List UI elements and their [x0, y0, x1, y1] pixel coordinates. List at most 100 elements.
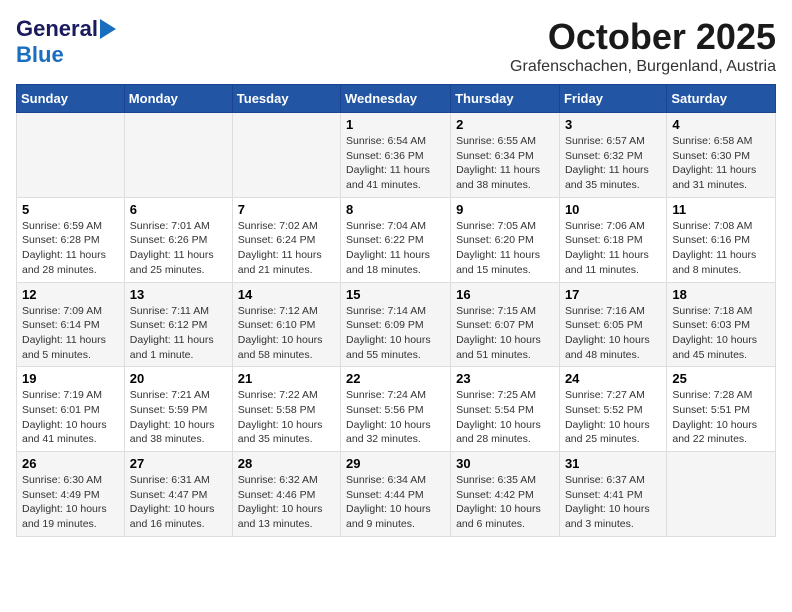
- day-number: 7: [238, 202, 335, 217]
- calendar-cell: 13Sunrise: 7:11 AM Sunset: 6:12 PM Dayli…: [124, 282, 232, 367]
- day-number: 24: [565, 371, 661, 386]
- day-info: Sunrise: 7:14 AM Sunset: 6:09 PM Dayligh…: [346, 304, 445, 363]
- day-info: Sunrise: 7:21 AM Sunset: 5:59 PM Dayligh…: [130, 388, 227, 447]
- day-info: Sunrise: 6:37 AM Sunset: 4:41 PM Dayligh…: [565, 473, 661, 532]
- calendar-cell: 23 Sunrise: 7:25 AM Sunset: 5:54 PM Dayli…: [451, 367, 560, 452]
- calendar-cell: 10 Sunrise: 7:06 AM Sunset: 6:18 PM Dayli…: [559, 197, 666, 282]
- day-number: 18: [672, 287, 770, 302]
- day-number: 25: [672, 371, 770, 386]
- calendar-cell: 24 Sunrise: 7:27 AM Sunset: 5:52 PM Dayli…: [559, 367, 666, 452]
- day-info: Sunrise: 6:54 AM Sunset: 6:36 PM Dayligh…: [346, 134, 445, 193]
- logo: General Blue: [16, 16, 116, 68]
- day-info: Sunrise: 7:27 AM Sunset: 5:52 PM Dayligh…: [565, 388, 661, 447]
- calendar-cell: 26 Sunrise: 6:30 AM Sunset: 4:49 PM Dayli…: [17, 452, 125, 537]
- day-info: Sunrise: 7:18 AM Sunset: 6:03 PM Dayligh…: [672, 304, 770, 363]
- calendar-week-4: 19 Sunrise: 7:19 AM Sunset: 6:01 PM Dayli…: [17, 367, 776, 452]
- calendar-cell: 6Sunrise: 7:01 AM Sunset: 6:26 PM Daylig…: [124, 197, 232, 282]
- header-tuesday: Tuesday: [232, 85, 340, 113]
- day-number: 31: [565, 456, 661, 471]
- calendar-cell: 17Sunrise: 7:16 AM Sunset: 6:05 PM Dayli…: [559, 282, 666, 367]
- day-number: 27: [130, 456, 227, 471]
- calendar-week-5: 26 Sunrise: 6:30 AM Sunset: 4:49 PM Dayli…: [17, 452, 776, 537]
- logo-arrow-icon: [100, 19, 116, 39]
- day-info: Sunrise: 6:32 AM Sunset: 4:46 PM Dayligh…: [238, 473, 335, 532]
- day-info: Sunrise: 6:57 AM Sunset: 6:32 PM Dayligh…: [565, 134, 661, 193]
- calendar-cell: 14Sunrise: 7:12 AM Sunset: 6:10 PM Dayli…: [232, 282, 340, 367]
- calendar-cell: 16 Sunrise: 7:15 AM Sunset: 6:07 PM Dayli…: [451, 282, 560, 367]
- day-info: Sunrise: 7:04 AM Sunset: 6:22 PM Dayligh…: [346, 219, 445, 278]
- day-info: Sunrise: 7:22 AM Sunset: 5:58 PM Dayligh…: [238, 388, 335, 447]
- header-friday: Friday: [559, 85, 666, 113]
- calendar-cell: 2 Sunrise: 6:55 AM Sunset: 6:34 PM Daylig…: [451, 113, 560, 198]
- day-info: Sunrise: 6:31 AM Sunset: 4:47 PM Dayligh…: [130, 473, 227, 532]
- calendar-cell: 29 Sunrise: 6:34 AM Sunset: 4:44 PM Dayli…: [341, 452, 451, 537]
- calendar-table: SundayMondayTuesdayWednesdayThursdayFrid…: [16, 84, 776, 537]
- title-section: October 2025 Grafenschachen, Burgenland,…: [510, 16, 776, 76]
- month-title: October 2025: [510, 16, 776, 58]
- day-info: Sunrise: 7:25 AM Sunset: 5:54 PM Dayligh…: [456, 388, 554, 447]
- calendar-cell: [17, 113, 125, 198]
- day-info: Sunrise: 7:06 AM Sunset: 6:18 PM Dayligh…: [565, 219, 661, 278]
- calendar-cell: 3Sunrise: 6:57 AM Sunset: 6:32 PM Daylig…: [559, 113, 666, 198]
- calendar-week-3: 12 Sunrise: 7:09 AM Sunset: 6:14 PM Dayli…: [17, 282, 776, 367]
- day-number: 5: [22, 202, 119, 217]
- calendar-cell: [232, 113, 340, 198]
- day-number: 29: [346, 456, 445, 471]
- day-number: 26: [22, 456, 119, 471]
- header-row: SundayMondayTuesdayWednesdayThursdayFrid…: [17, 85, 776, 113]
- day-number: 6: [130, 202, 227, 217]
- day-info: Sunrise: 7:28 AM Sunset: 5:51 PM Dayligh…: [672, 388, 770, 447]
- day-info: Sunrise: 7:15 AM Sunset: 6:07 PM Dayligh…: [456, 304, 554, 363]
- calendar-cell: [667, 452, 776, 537]
- day-number: 16: [456, 287, 554, 302]
- day-number: 17: [565, 287, 661, 302]
- day-info: Sunrise: 7:24 AM Sunset: 5:56 PM Dayligh…: [346, 388, 445, 447]
- calendar-cell: 20 Sunrise: 7:21 AM Sunset: 5:59 PM Dayli…: [124, 367, 232, 452]
- calendar-cell: 5Sunrise: 6:59 AM Sunset: 6:28 PM Daylig…: [17, 197, 125, 282]
- calendar-cell: 11 Sunrise: 7:08 AM Sunset: 6:16 PM Dayli…: [667, 197, 776, 282]
- day-number: 12: [22, 287, 119, 302]
- day-number: 15: [346, 287, 445, 302]
- calendar-week-2: 5Sunrise: 6:59 AM Sunset: 6:28 PM Daylig…: [17, 197, 776, 282]
- location-subtitle: Grafenschachen, Burgenland, Austria: [510, 58, 776, 76]
- day-info: Sunrise: 6:55 AM Sunset: 6:34 PM Dayligh…: [456, 134, 554, 193]
- day-number: 21: [238, 371, 335, 386]
- page-header: General Blue October 2025 Grafenschachen…: [16, 16, 776, 76]
- calendar-cell: 7 Sunrise: 7:02 AM Sunset: 6:24 PM Daylig…: [232, 197, 340, 282]
- day-info: Sunrise: 7:19 AM Sunset: 6:01 PM Dayligh…: [22, 388, 119, 447]
- calendar-cell: 12 Sunrise: 7:09 AM Sunset: 6:14 PM Dayli…: [17, 282, 125, 367]
- day-number: 8: [346, 202, 445, 217]
- day-info: Sunrise: 6:58 AM Sunset: 6:30 PM Dayligh…: [672, 134, 770, 193]
- calendar-cell: 30 Sunrise: 6:35 AM Sunset: 4:42 PM Dayli…: [451, 452, 560, 537]
- day-number: 23: [456, 371, 554, 386]
- calendar-cell: 21 Sunrise: 7:22 AM Sunset: 5:58 PM Dayli…: [232, 367, 340, 452]
- day-number: 11: [672, 202, 770, 217]
- day-number: 9: [456, 202, 554, 217]
- day-info: Sunrise: 6:30 AM Sunset: 4:49 PM Dayligh…: [22, 473, 119, 532]
- calendar-cell: 22 Sunrise: 7:24 AM Sunset: 5:56 PM Dayli…: [341, 367, 451, 452]
- day-number: 30: [456, 456, 554, 471]
- calendar-cell: [124, 113, 232, 198]
- day-info: Sunrise: 6:35 AM Sunset: 4:42 PM Dayligh…: [456, 473, 554, 532]
- day-number: 20: [130, 371, 227, 386]
- header-wednesday: Wednesday: [341, 85, 451, 113]
- calendar-cell: 9 Sunrise: 7:05 AM Sunset: 6:20 PM Daylig…: [451, 197, 560, 282]
- calendar-cell: 31 Sunrise: 6:37 AM Sunset: 4:41 PM Dayli…: [559, 452, 666, 537]
- day-info: Sunrise: 6:34 AM Sunset: 4:44 PM Dayligh…: [346, 473, 445, 532]
- day-info: Sunrise: 7:05 AM Sunset: 6:20 PM Dayligh…: [456, 219, 554, 278]
- day-number: 22: [346, 371, 445, 386]
- day-number: 19: [22, 371, 119, 386]
- calendar-week-1: 1 Sunrise: 6:54 AM Sunset: 6:36 PM Daylig…: [17, 113, 776, 198]
- header-thursday: Thursday: [451, 85, 560, 113]
- day-number: 1: [346, 117, 445, 132]
- day-info: Sunrise: 7:09 AM Sunset: 6:14 PM Dayligh…: [22, 304, 119, 363]
- calendar-cell: 19 Sunrise: 7:19 AM Sunset: 6:01 PM Dayli…: [17, 367, 125, 452]
- header-monday: Monday: [124, 85, 232, 113]
- header-sunday: Sunday: [17, 85, 125, 113]
- day-number: 10: [565, 202, 661, 217]
- logo-general: General: [16, 16, 98, 42]
- day-info: Sunrise: 7:08 AM Sunset: 6:16 PM Dayligh…: [672, 219, 770, 278]
- day-info: Sunrise: 7:02 AM Sunset: 6:24 PM Dayligh…: [238, 219, 335, 278]
- day-number: 2: [456, 117, 554, 132]
- day-number: 28: [238, 456, 335, 471]
